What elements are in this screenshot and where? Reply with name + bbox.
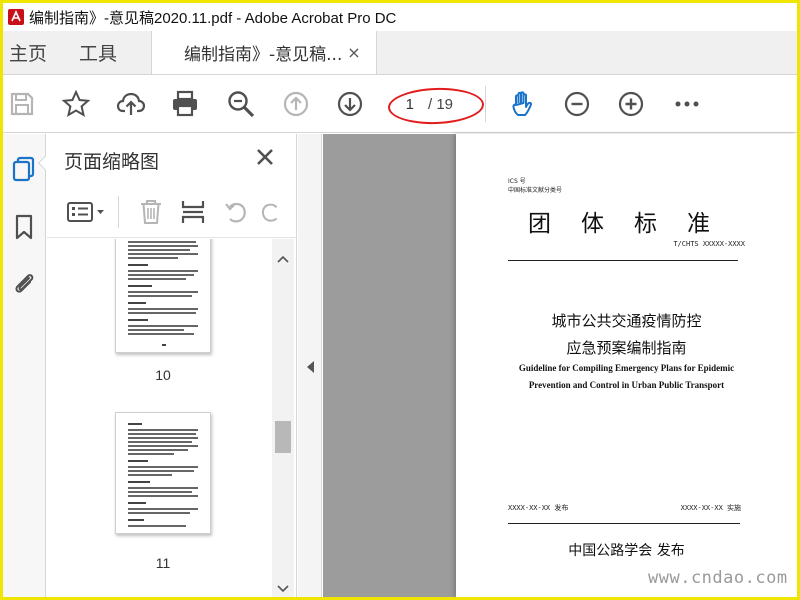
delete-page-icon[interactable]: [136, 196, 166, 228]
hand-tool-icon[interactable]: [505, 87, 539, 121]
title-bar: 编制指南》-意见稿2020.11.pdf - Adobe Acrobat Pro…: [3, 3, 797, 31]
panel-collapse-strip[interactable]: [298, 134, 322, 597]
issue-date: XXXX-XX-XX 发布: [508, 504, 569, 512]
print-icon[interactable]: [168, 87, 202, 121]
scroll-up-icon[interactable]: [272, 249, 294, 269]
english-title-line1: Guideline for Compiling Emergency Plans …: [518, 363, 735, 373]
collapse-left-icon[interactable]: [304, 360, 316, 374]
panel-toolbar: [47, 186, 297, 238]
toolbar-divider: [485, 86, 486, 122]
thumbnail-label: 10: [155, 367, 171, 383]
app-logo-icon: [7, 8, 25, 26]
scrollbar-thumb[interactable]: [275, 421, 291, 453]
thumbnail-page-10[interactable]: [115, 239, 211, 353]
thumbnail-panel: 页面缩略图 10 11: [47, 134, 297, 597]
tab-document-label: 编制指南》-意见稿...: [184, 45, 343, 65]
close-icon[interactable]: ×: [344, 42, 364, 62]
english-title-line2: Prevention and Control in Urban Public T…: [528, 380, 725, 390]
effective-date: XXXX-XX-XX 实施: [680, 504, 741, 512]
panel-toolbar-divider: [118, 196, 119, 228]
next-page-icon[interactable]: [333, 87, 367, 121]
bottom-rule: [508, 523, 740, 524]
tab-bar: 主页 工具 编制指南》-意见稿... ×: [3, 31, 797, 75]
standard-code: T/CHTS XXXXX-XXXX: [673, 240, 745, 248]
classification-label: 中国标准文献分类号: [508, 187, 563, 194]
previous-page-icon[interactable]: [279, 87, 313, 121]
document-title-line2: 应急预案编制指南: [566, 339, 687, 357]
panel-title: 页面缩略图: [64, 151, 160, 173]
page-thumbnails-icon[interactable]: [5, 150, 43, 188]
upload-cloud-icon[interactable]: [114, 87, 148, 121]
thumbnail-list: 10 11: [47, 239, 272, 597]
bookmarks-icon[interactable]: [5, 208, 43, 246]
document-view[interactable]: ICS 号 中国标准文献分类号 团体标准 T/CHTS XXXXX-XXXX 城…: [323, 134, 797, 597]
scroll-down-icon[interactable]: [272, 579, 294, 599]
more-icon[interactable]: [670, 87, 704, 121]
ics-label: ICS 号: [508, 178, 526, 185]
document-page: ICS 号 中国标准文献分类号 团体标准 T/CHTS XXXXX-XXXX 城…: [456, 134, 797, 597]
thumbnail-options-icon[interactable]: [65, 196, 111, 228]
tab-document[interactable]: 编制指南》-意见稿... ×: [151, 31, 377, 74]
rotate-left-icon[interactable]: [221, 196, 251, 228]
thumbnail-label: 11: [155, 555, 171, 571]
thumbnail-page-11[interactable]: [115, 412, 211, 534]
thumbnail-scrollbar[interactable]: [272, 239, 294, 597]
split-page-icon[interactable]: [178, 196, 208, 228]
publisher: 中国公路学会 发布: [568, 543, 685, 559]
zoom-search-icon[interactable]: [224, 87, 258, 121]
site-watermark: www.cndao.com: [648, 568, 788, 588]
top-rule: [508, 260, 738, 261]
window-title: 编制指南》-意见稿2020.11.pdf - Adobe Acrobat Pro…: [29, 9, 397, 27]
document-title-line1: 城市公共交通疫情防控: [551, 312, 702, 330]
panel-close-icon[interactable]: [252, 144, 278, 170]
zoom-out-icon[interactable]: [560, 87, 594, 121]
save-icon[interactable]: [5, 87, 39, 121]
attachments-icon[interactable]: [5, 264, 43, 302]
tab-home[interactable]: 主页: [5, 31, 75, 74]
bookmark-star-icon[interactable]: [59, 87, 93, 121]
zoom-in-icon[interactable]: [614, 87, 648, 121]
rotate-right-icon[interactable]: [259, 196, 283, 228]
navigation-rail: [3, 134, 53, 597]
standard-heading: 团体标准: [528, 211, 740, 237]
tab-tools[interactable]: 工具: [75, 31, 151, 74]
